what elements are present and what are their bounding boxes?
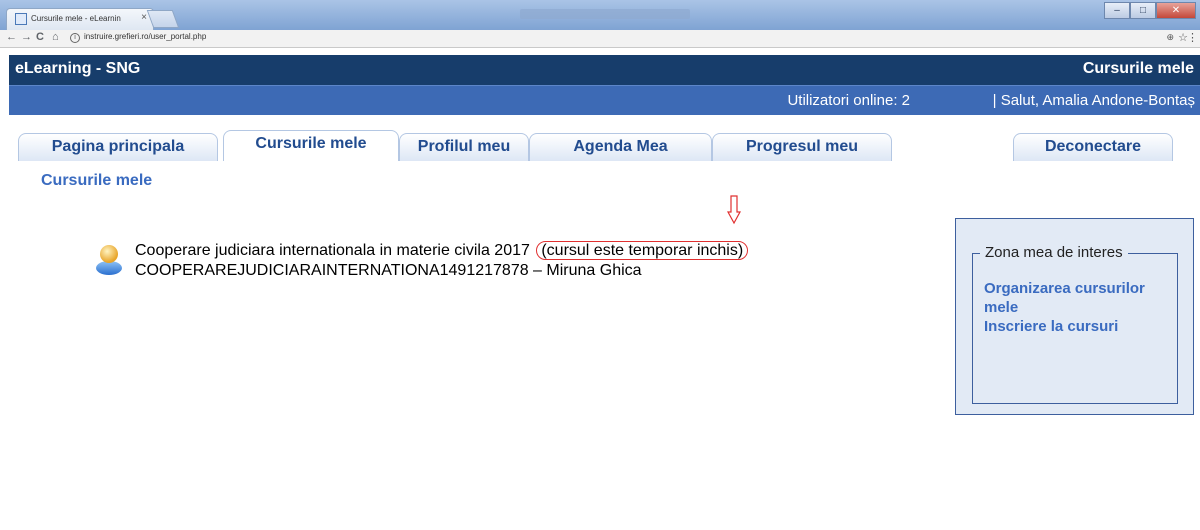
section-title: Cursurile mele	[1082, 60, 1194, 77]
link-inscriere-cursuri[interactable]: Inscriere la cursuri	[984, 317, 1174, 336]
maximize-button[interactable]: □	[1130, 2, 1156, 19]
user-avatar-icon	[96, 245, 122, 275]
forward-icon[interactable]: →	[21, 31, 32, 43]
close-icon[interactable]: ×	[141, 12, 147, 23]
home-icon[interactable]: ⌂	[52, 31, 59, 43]
favicon-icon	[15, 13, 27, 25]
window-close-button[interactable]: ✕	[1156, 2, 1196, 19]
tab-progresul-meu[interactable]: Progresul meu	[712, 133, 892, 161]
tab-profilul-meu[interactable]: Profilul meu	[399, 133, 529, 161]
interest-panel: Zona mea de interes Organizarea cursuril…	[955, 218, 1194, 415]
tab-title: Cursurile mele - eLearnin	[31, 14, 121, 23]
page-title: Cursurile mele	[41, 172, 153, 189]
tab-deconectare[interactable]: Deconectare	[1013, 133, 1173, 161]
course-title-line: Cooperare judiciara internationala in ma…	[135, 241, 749, 260]
course-title[interactable]: Cooperare judiciara internationala in ma…	[135, 242, 530, 259]
interest-legend: Zona mea de interes	[980, 244, 1128, 261]
new-tab-button[interactable]	[146, 10, 180, 28]
link-organizarea-cursurilor[interactable]: Organizarea cursurilor mele	[984, 279, 1174, 317]
tab-pagina-principala[interactable]: Pagina principala	[18, 133, 218, 161]
window-title-blur	[520, 9, 690, 19]
minimize-button[interactable]: –	[1104, 2, 1130, 19]
user-greeting: | Salut, Amalia Andone-Bontaș	[992, 92, 1195, 109]
window-controls: – □ ✕	[1104, 2, 1196, 20]
user-bar: Utilizatori online: 2 | Salut, Amalia An…	[9, 85, 1200, 115]
course-code: COOPERAREJUDICIARAINTERNATIONA1491217878…	[135, 262, 642, 279]
main-tabs: Pagina principala Cursurile mele Profilu…	[9, 115, 1200, 161]
online-users: Utilizatori online: 2	[787, 92, 910, 109]
zoom-icon[interactable]: ⊕	[1166, 32, 1174, 43]
browser-tab[interactable]: Cursurile mele - eLearnin ×	[6, 8, 154, 30]
tab-cursurile-mele[interactable]: Cursurile mele	[223, 130, 399, 161]
address-bar: ← → C ⌂ i instruire.grefieri.ro/user_por…	[0, 30, 1200, 48]
url-field[interactable]: instruire.grefieri.ro/user_portal.php	[84, 32, 206, 41]
back-icon[interactable]: ←	[6, 31, 17, 43]
site-header: eLearning - SNG Cursurile mele	[9, 55, 1200, 85]
reload-icon[interactable]: C	[36, 31, 44, 43]
menu-icon[interactable]: ⋮	[1187, 31, 1198, 44]
browser-titlebar: Cursurile mele - eLearnin × – □ ✕	[0, 0, 1200, 30]
annotation-arrow-icon	[727, 195, 741, 225]
course-status: (cursul este temporar inchis)	[536, 241, 749, 260]
tab-agenda-mea[interactable]: Agenda Mea	[529, 133, 712, 161]
site-brand[interactable]: eLearning - SNG	[15, 60, 140, 78]
info-icon[interactable]: i	[70, 33, 80, 43]
